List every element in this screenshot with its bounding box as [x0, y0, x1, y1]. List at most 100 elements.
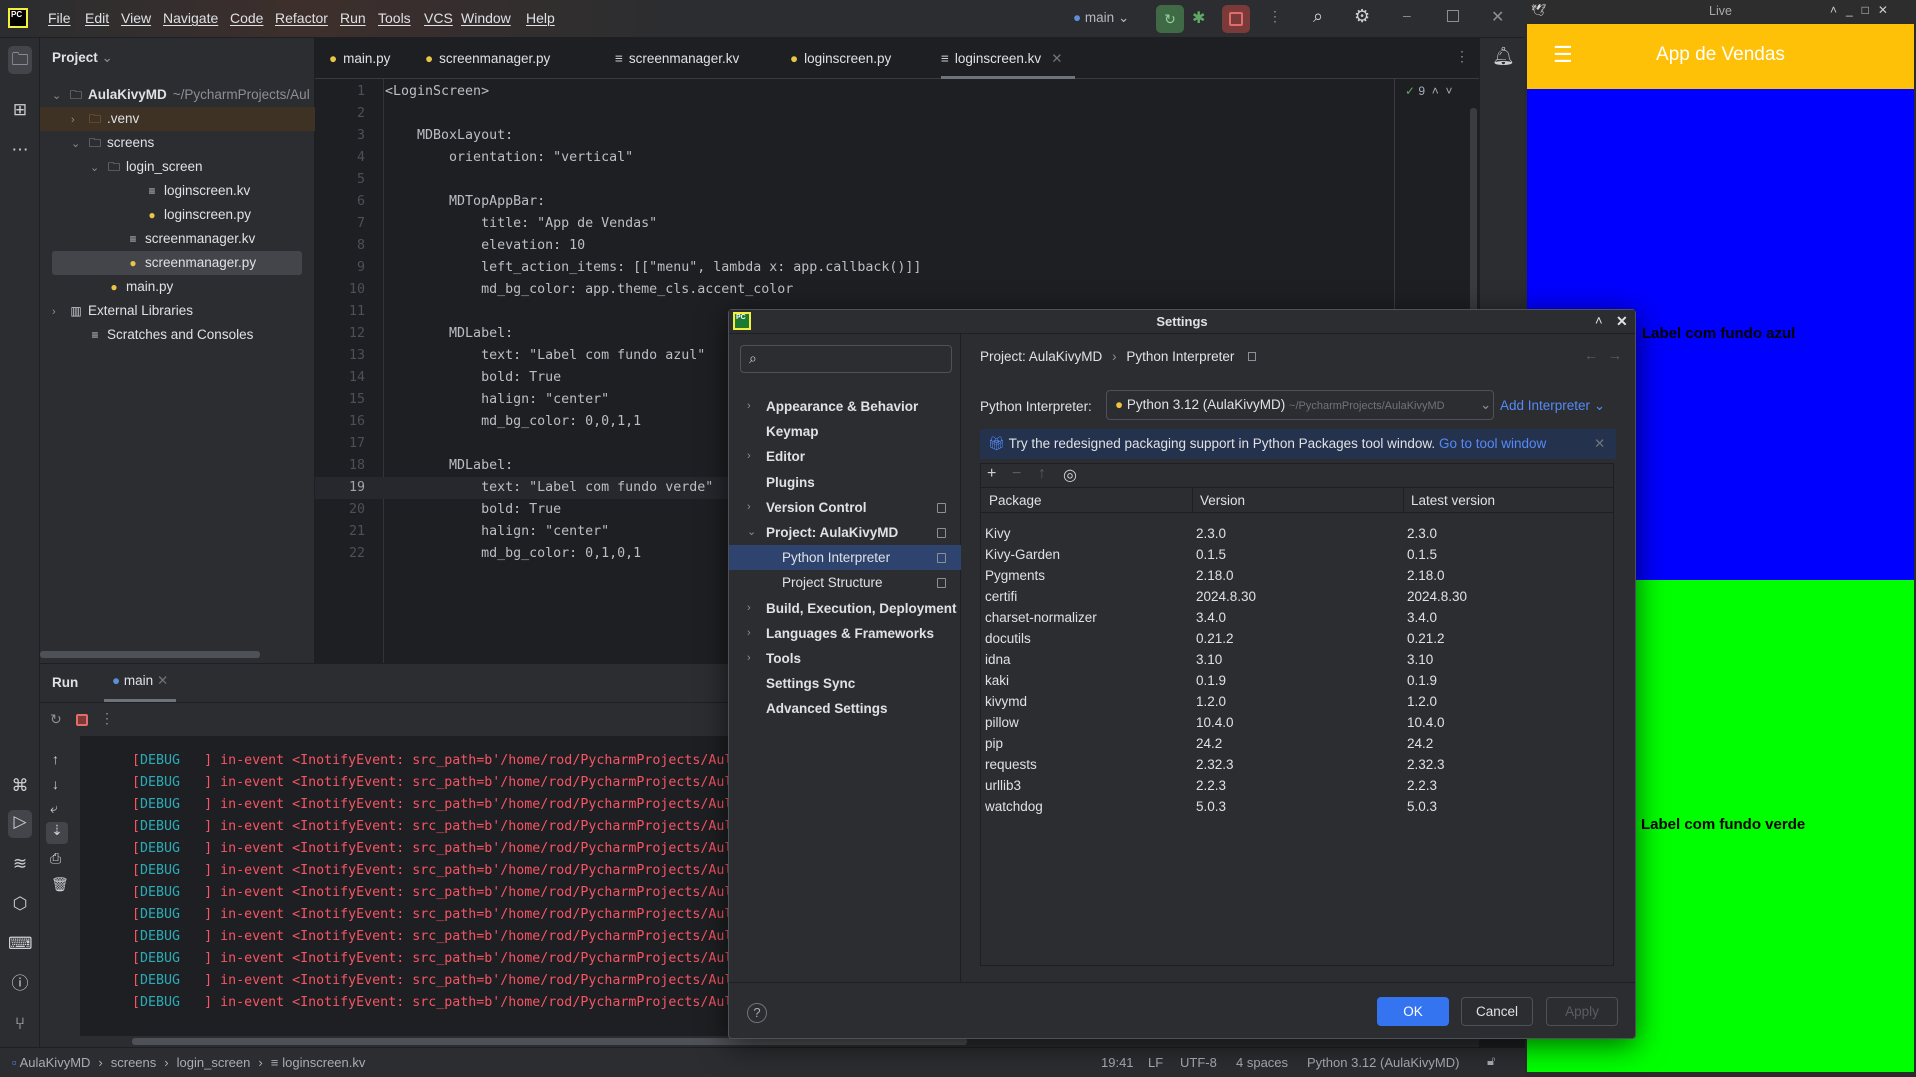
branch-selector[interactable]: ● main ⌄ [1073, 10, 1129, 26]
more-tools-icon[interactable]: ⋯ [8, 138, 32, 162]
breadcrumb-item[interactable]: screens [111, 1055, 157, 1070]
debug-icon[interactable]: ✱ [1192, 8, 1205, 28]
add-interpreter-button[interactable]: Add Interpreter ⌄ [1500, 398, 1605, 414]
chevron-icon[interactable]: › [71, 108, 87, 131]
settings-search-input[interactable]: ⌕ [740, 345, 952, 373]
trash-icon[interactable]: 🗑︎ [51, 876, 69, 893]
package-row[interactable]: docutils 0.21.2 0.21.2 [981, 628, 1614, 649]
back-forward-arrows[interactable]: ←→ [1584, 347, 1632, 363]
ok-button[interactable]: OK [1377, 997, 1449, 1026]
settings-nav-item[interactable]: Advanced Settings [729, 696, 961, 721]
interpreter-status[interactable]: Python 3.12 (AulaKivyMD) [1307, 1055, 1459, 1070]
line-separator[interactable]: LF [1148, 1055, 1163, 1070]
package-row[interactable]: pip 24.2 24.2 [981, 733, 1614, 754]
breadcrumb-item[interactable]: login_screen [177, 1055, 251, 1070]
tree-item[interactable]: ≡ loginscreen.kv [40, 179, 315, 203]
package-row[interactable]: idna 3.10 3.10 [981, 649, 1614, 670]
cursor-position[interactable]: 19:41 [1101, 1055, 1134, 1070]
settings-nav-item[interactable]: Keymap [729, 419, 961, 444]
problems-icon[interactable]: ⓘ [8, 972, 32, 996]
bell-icon[interactable]: 🔔︎ [1492, 46, 1515, 67]
print-icon[interactable]: ⎙ [50, 850, 61, 867]
settings-nav-item[interactable]: Plugins [729, 470, 961, 495]
chevron-icon[interactable]: › [747, 444, 751, 469]
tab-main-py[interactable]: ● main.py [329, 38, 402, 79]
go-to-tool-window-link[interactable]: Go to tool window [1439, 436, 1546, 451]
interpreter-dropdown[interactable]: ● Python 3.12 (AulaKivyMD) ~/PycharmProj… [1106, 390, 1494, 420]
upgrade-package-icon[interactable]: ↑ [1038, 465, 1046, 483]
package-row[interactable]: Kivy 2.3.0 2.3.0 [981, 523, 1614, 544]
menu-edit[interactable]: Edit [85, 10, 109, 26]
chevron-icon[interactable]: ⌄ [52, 84, 68, 107]
more-icon[interactable]: ⋮ [100, 710, 114, 727]
project-panel-title[interactable]: Project ⌄ [52, 50, 113, 66]
close-tab-icon[interactable]: ✕ [1051, 51, 1062, 66]
menu-window[interactable]: Window [461, 10, 511, 26]
chevron-icon[interactable]: ⌄ [71, 132, 87, 155]
rerun-button[interactable]: ↻ [1156, 5, 1184, 33]
tab-screenmanager-py[interactable]: ● screenmanager.py [425, 38, 562, 79]
chevron-icon[interactable]: › [747, 596, 751, 621]
chevron-icon[interactable]: › [747, 394, 751, 419]
menu-file[interactable]: File [48, 10, 71, 26]
settings-nav-item[interactable]: › Languages & Frameworks [729, 621, 961, 646]
package-row[interactable]: Pygments 2.18.0 2.18.0 [981, 565, 1614, 586]
tab-loginscreen-kv[interactable]: ≡ loginscreen.kv ✕ [941, 38, 1075, 79]
tree-item[interactable]: › ▥ External Libraries [40, 299, 315, 323]
chevron-icon[interactable]: › [747, 621, 751, 646]
tree-item[interactable]: ● loginscreen.py [40, 203, 315, 227]
package-row[interactable]: Kivy-Garden 0.1.5 0.1.5 [981, 544, 1614, 565]
package-row[interactable]: urllib3 2.2.3 2.2.3 [981, 775, 1614, 796]
apply-button[interactable]: Apply [1546, 997, 1618, 1026]
breadcrumb-project[interactable]: Project: AulaKivyMD [980, 349, 1102, 364]
close-button[interactable]: ✕ [1491, 7, 1504, 27]
tree-item[interactable]: ≡ Scratches and Consoles [40, 323, 315, 347]
settings-nav-item[interactable]: › Tools [729, 646, 961, 671]
tree-item[interactable]: ≡ screenmanager.kv [40, 227, 315, 251]
menu-run[interactable]: Run [340, 10, 366, 26]
settings-nav-item[interactable]: › Build, Execution, Deployment [729, 596, 961, 621]
menu-tools[interactable]: Tools [378, 10, 411, 26]
chevron-icon[interactable]: ⌄ [747, 520, 756, 545]
breadcrumb-item[interactable]: loginscreen.kv [282, 1055, 365, 1070]
lock-icon[interactable]: 🔓︎ [1487, 1053, 1495, 1069]
chevron-icon[interactable]: › [52, 300, 68, 323]
settings-gear-icon[interactable]: ⚙ [1354, 6, 1370, 27]
window-controls[interactable]: ˄_□✕ [1830, 3, 1897, 17]
maximize-button[interactable] [1447, 10, 1459, 22]
settings-nav-item[interactable]: › Editor [729, 444, 961, 469]
structure-icon[interactable]: ⊞ [8, 98, 32, 122]
file-encoding[interactable]: UTF-8 [1180, 1055, 1217, 1070]
settings-nav-item[interactable]: Python Interpreter [729, 545, 961, 571]
chevron-icon[interactable]: ⌄ [90, 156, 106, 179]
indent-setting[interactable]: 4 spaces [1236, 1055, 1288, 1070]
settings-nav-item[interactable]: Project Structure [729, 570, 961, 595]
terminal-icon[interactable]: ⌨ [8, 932, 33, 956]
more-icon[interactable]: ⋮ [1268, 8, 1282, 25]
remove-package-icon[interactable]: − [1012, 465, 1021, 483]
chevron-icon[interactable]: › [747, 495, 751, 520]
menu-view[interactable]: View [121, 10, 151, 26]
collapse-button[interactable]: ˄ [1595, 313, 1603, 328]
project-folder-icon[interactable]: 🗀 [8, 46, 32, 74]
arrow-down-icon[interactable]: ↓ [52, 776, 59, 792]
tree-item[interactable]: ⌄ 🗀 AulaKivyMD ~/PycharmProjects/Aul [40, 83, 315, 107]
close-tab-icon[interactable]: ✕ [157, 673, 168, 688]
menu-help[interactable]: Help [526, 10, 555, 26]
settings-nav-item[interactable]: › Appearance & Behavior [729, 394, 961, 419]
column-version[interactable]: Version [1200, 488, 1245, 513]
minimize-button[interactable]: – [1403, 7, 1411, 23]
arrow-up-icon[interactable]: ↑ [52, 751, 59, 767]
settings-nav-item[interactable]: › Version Control [729, 495, 961, 520]
package-row[interactable]: requests 2.32.3 2.32.3 [981, 754, 1614, 775]
horizontal-scrollbar[interactable] [40, 651, 260, 658]
column-package[interactable]: Package [989, 488, 1042, 513]
close-banner-icon[interactable]: ✕ [1594, 429, 1605, 459]
tree-item[interactable]: ⌄ 🗀 login_screen [40, 155, 315, 179]
rerun-icon[interactable]: ↻ [50, 711, 62, 728]
package-row[interactable]: kivymd 1.2.0 1.2.0 [981, 691, 1614, 712]
package-row[interactable]: certifi 2024.8.30 2024.8.30 [981, 586, 1614, 607]
menu-refactor[interactable]: Refactor [275, 10, 328, 26]
tree-item[interactable]: ⌄ 🗀 screens [40, 131, 315, 155]
close-dialog-button[interactable]: ✕ [1616, 313, 1628, 330]
